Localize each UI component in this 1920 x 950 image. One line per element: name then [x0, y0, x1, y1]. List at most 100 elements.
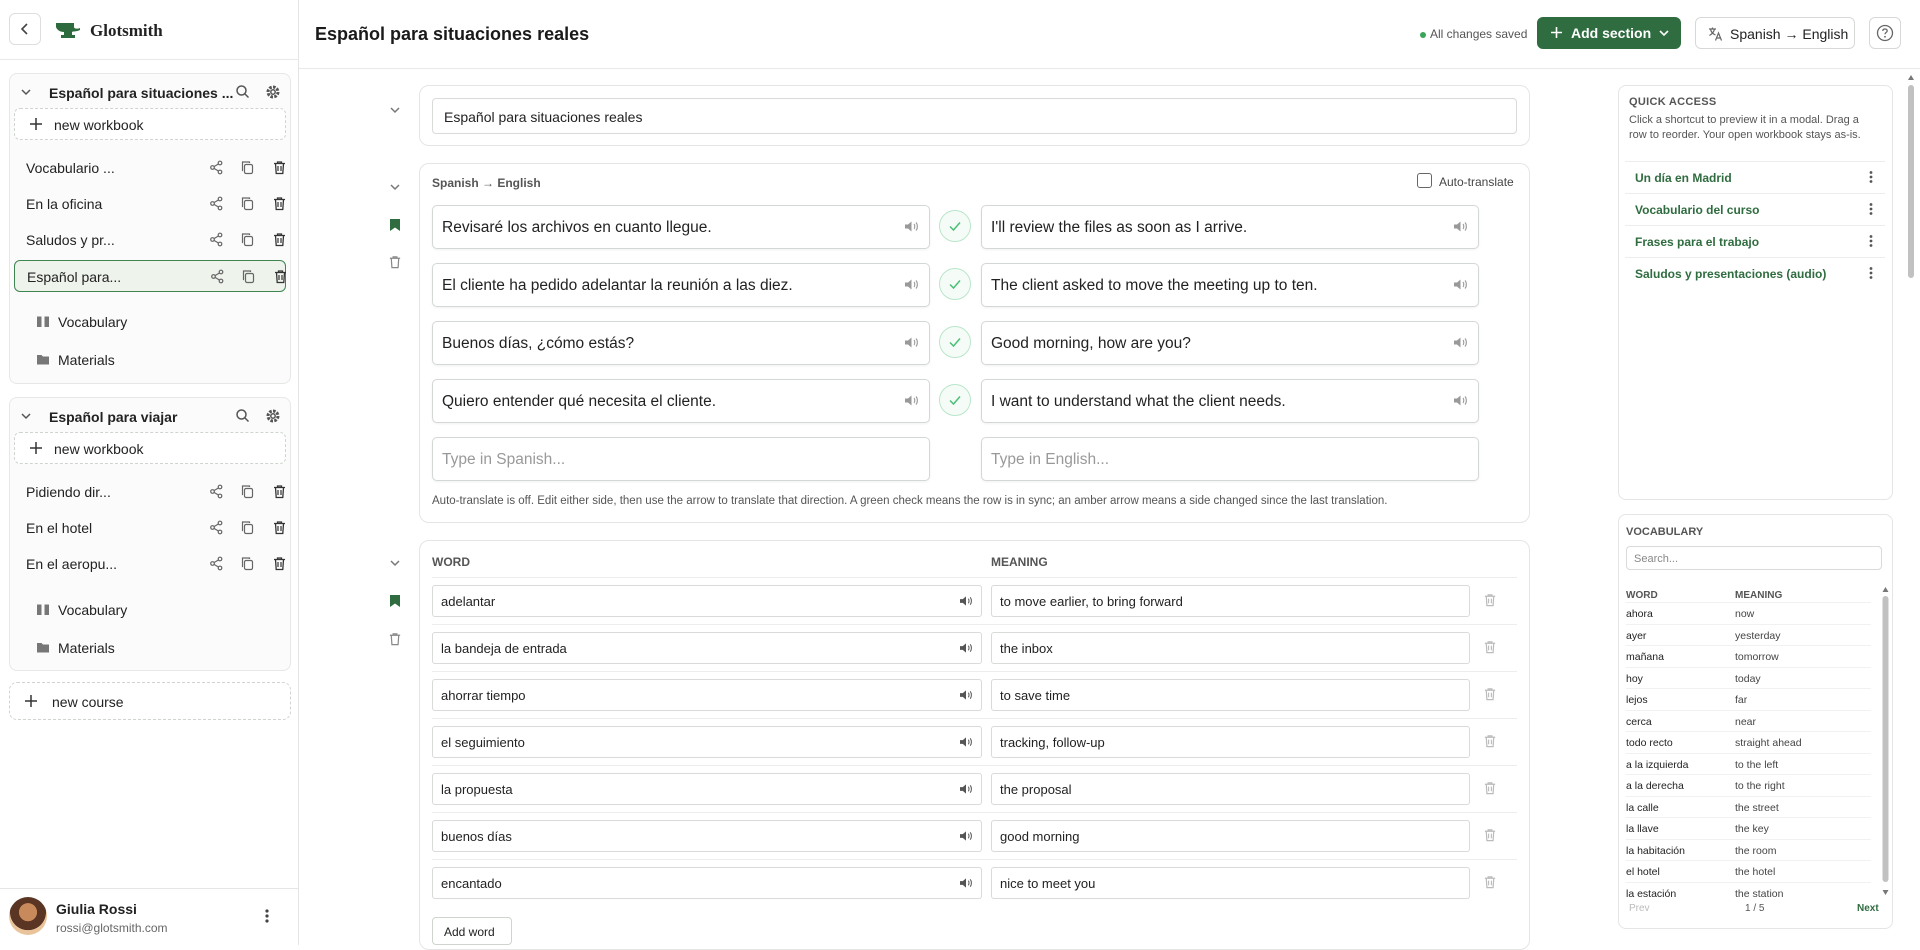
copy-icon[interactable]: [240, 484, 255, 499]
trash-icon[interactable]: [272, 520, 287, 535]
quick-access-item[interactable]: Vocabulario del curso: [1625, 193, 1885, 223]
more-vertical-icon[interactable]: [1869, 170, 1873, 184]
copy-icon[interactable]: [240, 196, 255, 211]
word-input[interactable]: la propuesta: [432, 773, 982, 805]
vocab-row[interactable]: mañana tomorrow: [1626, 645, 1871, 666]
quick-access-item[interactable]: Saludos y presentaciones (audio): [1625, 257, 1885, 287]
workbook-item[interactable]: En el hotel: [14, 512, 286, 544]
auto-translate-checkbox[interactable]: [1417, 173, 1432, 188]
trash-icon[interactable]: [272, 232, 287, 247]
bookmark-icon[interactable]: [389, 218, 401, 232]
share-icon[interactable]: [209, 196, 224, 211]
word-input[interactable]: el seguimiento: [432, 726, 982, 758]
gear-icon[interactable]: [265, 408, 281, 424]
meaning-input[interactable]: good morning: [991, 820, 1470, 852]
more-vertical-icon[interactable]: [1869, 234, 1873, 248]
course-header[interactable]: Español para viajar: [10, 398, 290, 434]
meaning-input[interactable]: tracking, follow-up: [991, 726, 1470, 758]
vocab-row[interactable]: a la derecha to the right: [1626, 774, 1871, 795]
trash-icon[interactable]: [388, 632, 402, 646]
trash-icon[interactable]: [1483, 687, 1497, 701]
vocab-row[interactable]: lejos far: [1626, 688, 1871, 709]
workbook-item-active[interactable]: Español para...: [14, 260, 286, 292]
sync-check-icon[interactable]: [939, 210, 971, 242]
trash-icon[interactable]: [388, 255, 402, 269]
speaker-icon[interactable]: [1453, 220, 1468, 233]
target-sentence[interactable]: I'll review the files as soon as I arriv…: [981, 205, 1479, 249]
speaker-icon[interactable]: [959, 783, 973, 795]
trash-icon[interactable]: [272, 484, 287, 499]
gear-icon[interactable]: [265, 84, 281, 100]
trash-icon[interactable]: [1483, 640, 1497, 654]
vocab-row[interactable]: la calle the street: [1626, 795, 1871, 817]
copy-icon[interactable]: [240, 160, 255, 175]
vocab-row[interactable]: ahora now: [1626, 602, 1871, 623]
speaker-icon[interactable]: [904, 220, 919, 233]
speaker-icon[interactable]: [959, 830, 973, 842]
sync-check-icon[interactable]: [939, 326, 971, 358]
vocab-row[interactable]: ayer yesterday: [1626, 623, 1871, 645]
vocab-prev-button[interactable]: Prev: [1629, 903, 1650, 914]
vocab-row[interactable]: la habitación the room: [1626, 838, 1871, 860]
vocab-row[interactable]: todo recto straight ahead: [1626, 731, 1871, 752]
vocabulary-search-input[interactable]: Search...: [1626, 546, 1882, 570]
trash-icon[interactable]: [1483, 828, 1497, 842]
collapse-section-icon[interactable]: [388, 556, 402, 570]
collapse-section-icon[interactable]: [388, 180, 402, 194]
meaning-input[interactable]: nice to meet you: [991, 867, 1470, 899]
share-icon[interactable]: [209, 484, 224, 499]
workbook-title-input[interactable]: Español para situaciones reales: [432, 98, 1517, 134]
speaker-icon[interactable]: [904, 336, 919, 349]
sync-check-icon[interactable]: [939, 384, 971, 416]
workbook-item[interactable]: Pidiendo dir...: [14, 476, 286, 508]
share-icon[interactable]: [209, 232, 224, 247]
speaker-icon[interactable]: [904, 394, 919, 407]
vocab-row[interactable]: a la izquierda to the left: [1626, 752, 1871, 774]
meaning-input[interactable]: the proposal: [991, 773, 1470, 805]
quick-access-item[interactable]: Frases para el trabajo: [1625, 225, 1885, 255]
vocab-next-button[interactable]: Next: [1857, 903, 1879, 914]
speaker-icon[interactable]: [959, 642, 973, 654]
word-input[interactable]: la bandeja de entrada: [432, 632, 982, 664]
vocab-row[interactable]: hoy today: [1626, 666, 1871, 688]
course-header[interactable]: Español para situaciones ...: [10, 74, 290, 110]
new-course-button[interactable]: new course: [9, 682, 291, 720]
share-icon[interactable]: [209, 556, 224, 571]
vocab-row[interactable]: cerca near: [1626, 709, 1871, 731]
speaker-icon[interactable]: [1453, 394, 1468, 407]
quick-access-item[interactable]: Un día en Madrid: [1625, 161, 1885, 191]
word-input[interactable]: ahorrar tiempo: [432, 679, 982, 711]
share-icon[interactable]: [210, 269, 225, 284]
more-vertical-icon[interactable]: [1869, 266, 1873, 280]
trash-icon[interactable]: [1483, 875, 1497, 889]
meaning-input[interactable]: the inbox: [991, 632, 1470, 664]
add-section-button[interactable]: Add section: [1537, 17, 1681, 49]
speaker-icon[interactable]: [959, 736, 973, 748]
more-vertical-icon[interactable]: [1869, 202, 1873, 216]
meaning-input[interactable]: to move earlier, to bring forward: [991, 585, 1470, 617]
target-sentence[interactable]: The client asked to move the meeting up …: [981, 263, 1479, 307]
avatar[interactable]: [9, 897, 47, 935]
copy-icon[interactable]: [240, 520, 255, 535]
word-input[interactable]: adelantar: [432, 585, 982, 617]
help-button[interactable]: [1869, 17, 1901, 49]
target-sentence[interactable]: I want to understand what the client nee…: [981, 379, 1479, 423]
trash-icon[interactable]: [1483, 734, 1497, 748]
new-workbook-button[interactable]: new workbook: [14, 432, 286, 464]
speaker-icon[interactable]: [1453, 336, 1468, 349]
trash-icon[interactable]: [272, 196, 287, 211]
trash-icon[interactable]: [272, 160, 287, 175]
search-icon[interactable]: [235, 84, 250, 99]
language-pair-button[interactable]: Spanish → English: [1695, 17, 1855, 49]
back-button[interactable]: [9, 13, 41, 45]
speaker-icon[interactable]: [959, 877, 973, 889]
main-scrollbar[interactable]: [1905, 72, 1917, 945]
source-sentence[interactable]: Quiero entender qué necesita el cliente.: [432, 379, 930, 423]
collapse-section-icon[interactable]: [388, 103, 402, 117]
source-sentence[interactable]: Buenos días, ¿cómo estás?: [432, 321, 930, 365]
share-icon[interactable]: [209, 520, 224, 535]
chevron-down-icon[interactable]: [20, 86, 32, 98]
word-input[interactable]: encantado: [432, 867, 982, 899]
meaning-input[interactable]: to save time: [991, 679, 1470, 711]
speaker-icon[interactable]: [959, 689, 973, 701]
